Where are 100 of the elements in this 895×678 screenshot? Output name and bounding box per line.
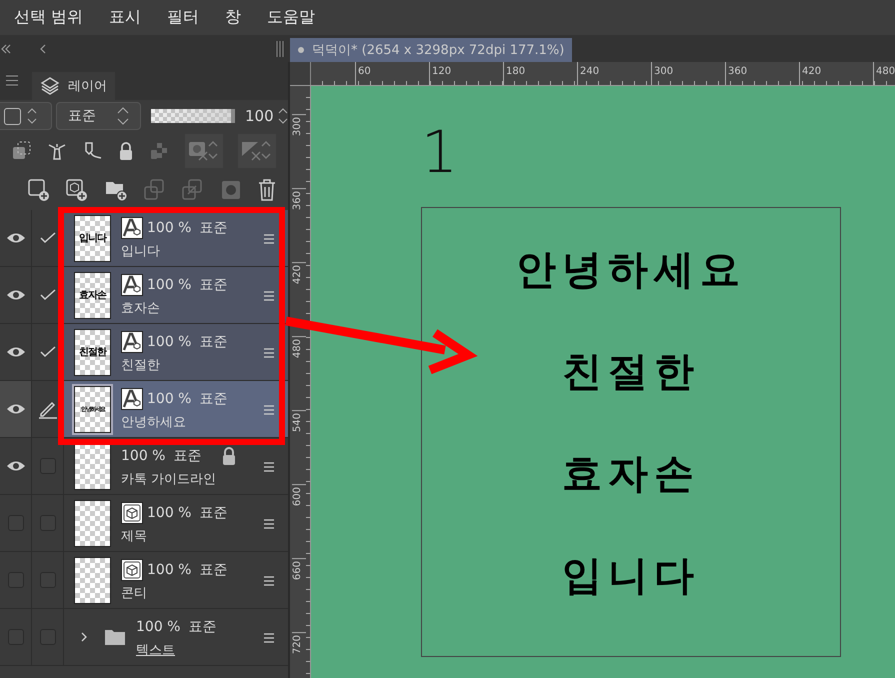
canvas-text: 효자손 — [562, 450, 700, 498]
ruler-label: 420 — [292, 262, 306, 284]
drag-handle-icon[interactable] — [264, 576, 274, 586]
layer-thumbnail — [74, 500, 111, 546]
clipping-icon[interactable] — [12, 141, 32, 161]
layer-name: 입니다 — [121, 242, 161, 260]
document-tab[interactable]: 덕덕이* (2654 x 3298px 72dpi 177.1%) — [290, 38, 572, 62]
layer-opacity: 100 % — [147, 562, 192, 578]
layer-name: 텍스트 — [136, 642, 176, 658]
layer-blend-mode: 표준 — [199, 390, 228, 408]
canvas[interactable]: 1 안녕하세요 친절한 효자손 입니다 — [311, 86, 895, 678]
layer-name: 콘티 — [121, 584, 148, 602]
drag-handle-icon[interactable] — [264, 405, 274, 415]
eye-icon[interactable] — [6, 403, 26, 415]
spinner-icon[interactable] — [278, 107, 288, 125]
lock-icon[interactable] — [118, 141, 134, 161]
layer-thumbnail — [74, 442, 111, 490]
ruler-label: 600 — [292, 484, 306, 506]
ruler-label: 120 — [429, 62, 452, 85]
menu-icon[interactable] — [6, 75, 18, 86]
ruler-label: 60 — [355, 62, 371, 85]
layer-opacity: 100 % — [147, 220, 192, 236]
spinner-icon — [117, 106, 130, 126]
menu-item[interactable]: 도움말 — [267, 7, 316, 28]
lighthouse-icon[interactable] — [47, 141, 68, 161]
opacity-value: 100 — [245, 107, 274, 125]
layer-tab[interactable]: 레이어 — [32, 72, 115, 100]
ruler-label: 540 — [292, 410, 306, 432]
ruler-label: 660 — [292, 558, 306, 580]
layer-opacity: 100 % — [147, 276, 192, 292]
new-vector-layer-icon[interactable] — [65, 178, 90, 202]
opacity-slider[interactable] — [151, 109, 235, 123]
pencil-icon[interactable] — [38, 399, 58, 419]
layer-opacity: 100 % — [147, 504, 192, 520]
layer-name: 제목 — [121, 528, 148, 544]
new-raster-layer-icon[interactable] — [27, 178, 52, 202]
check-icon[interactable] — [40, 232, 56, 244]
drag-handle-icon[interactable] — [264, 291, 274, 301]
chevron-right-icon[interactable] — [80, 631, 88, 643]
ruler-label: 300 — [292, 114, 306, 136]
collapse-icon[interactable] — [0, 42, 12, 54]
mask-toggle-button[interactable] — [184, 134, 223, 168]
grip-icon[interactable] — [276, 40, 284, 56]
draft-layer-icon[interactable] — [82, 141, 103, 161]
layer-blend-mode: 표준 — [199, 276, 228, 294]
layer-opacity: 100 % — [147, 390, 192, 406]
layer-opacity: 100 % — [136, 618, 180, 634]
ruler-toggle-button[interactable] — [238, 134, 276, 168]
page-number: 1 — [421, 118, 458, 186]
drag-handle-icon[interactable] — [264, 462, 274, 472]
trash-icon[interactable] — [256, 178, 277, 202]
ruler-label: 300 — [651, 62, 674, 85]
drag-handle-icon[interactable] — [264, 519, 274, 529]
layer-row[interactable]: 100 % 표준 콘티 — [0, 552, 288, 609]
thumbnail-text: 친절한 — [79, 346, 106, 359]
drag-handle-icon[interactable] — [264, 234, 274, 244]
canvas-text: 친절한 — [562, 348, 700, 396]
drag-handle-icon[interactable] — [264, 633, 274, 643]
text-layer-icon — [121, 274, 143, 296]
layer-blend-mode: 표준 — [199, 218, 228, 236]
blend-mode-dropdown[interactable]: 표준 — [56, 102, 141, 130]
layer-row[interactable]: 100 % 표준 제목 — [0, 495, 288, 552]
check-icon[interactable] — [40, 346, 56, 358]
menu-item[interactable]: 창 — [225, 7, 242, 28]
menu-item[interactable]: 선택 범위 — [14, 7, 84, 28]
menu-item[interactable]: 표시 — [109, 7, 142, 28]
layer-row[interactable]: 효자손 100 % 표준 효자손 — [0, 267, 288, 324]
layer-name: 친절한 — [121, 356, 161, 374]
eye-icon[interactable] — [6, 460, 26, 472]
check-icon[interactable] — [40, 289, 56, 301]
layer-name: 안녕하세요 — [121, 414, 187, 430]
layer-row[interactable]: 100 % 표준 카톡 가이드라인 — [0, 438, 288, 495]
ruler-label: 180 — [503, 62, 526, 85]
ruler-label: 420 — [799, 62, 822, 85]
layer-row[interactable]: 100 % 표준 텍스트 — [0, 609, 288, 666]
layer-row[interactable]: 친절한 100 % 표준 친절한 — [0, 324, 288, 381]
layer-row[interactable]: 입니다 100 % 표준 입니다 — [0, 210, 288, 267]
spinner-icon — [27, 107, 37, 125]
vector-layer-icon — [121, 558, 143, 580]
chevron-left-icon[interactable] — [38, 42, 48, 54]
text-layer-icon — [121, 216, 143, 238]
canvas-text: 입니다 — [562, 552, 700, 600]
layer-blend-mode: 표준 — [199, 560, 228, 578]
menu-item[interactable]: 필터 — [167, 7, 200, 28]
text-layer-icon — [121, 388, 143, 410]
layer-opacity: 100 % — [147, 334, 192, 350]
drag-handle-icon[interactable] — [264, 348, 274, 358]
eye-icon[interactable] — [6, 232, 26, 244]
tab-label: 레이어 — [68, 78, 107, 95]
ruler-label: 480 — [873, 62, 895, 85]
ruler-label: 240 — [577, 62, 600, 85]
ruler-label: 360 — [725, 62, 748, 85]
eye-icon[interactable] — [6, 346, 26, 358]
layer-color-dropdown[interactable] — [0, 102, 52, 130]
eye-icon[interactable] — [6, 289, 26, 301]
layer-thumbnail — [74, 556, 111, 604]
layers-icon — [40, 76, 60, 96]
layer-blend-mode: 표준 — [188, 618, 216, 636]
layer-blend-mode: 표준 — [199, 504, 228, 522]
layer-blend-mode: 표준 — [173, 446, 202, 464]
